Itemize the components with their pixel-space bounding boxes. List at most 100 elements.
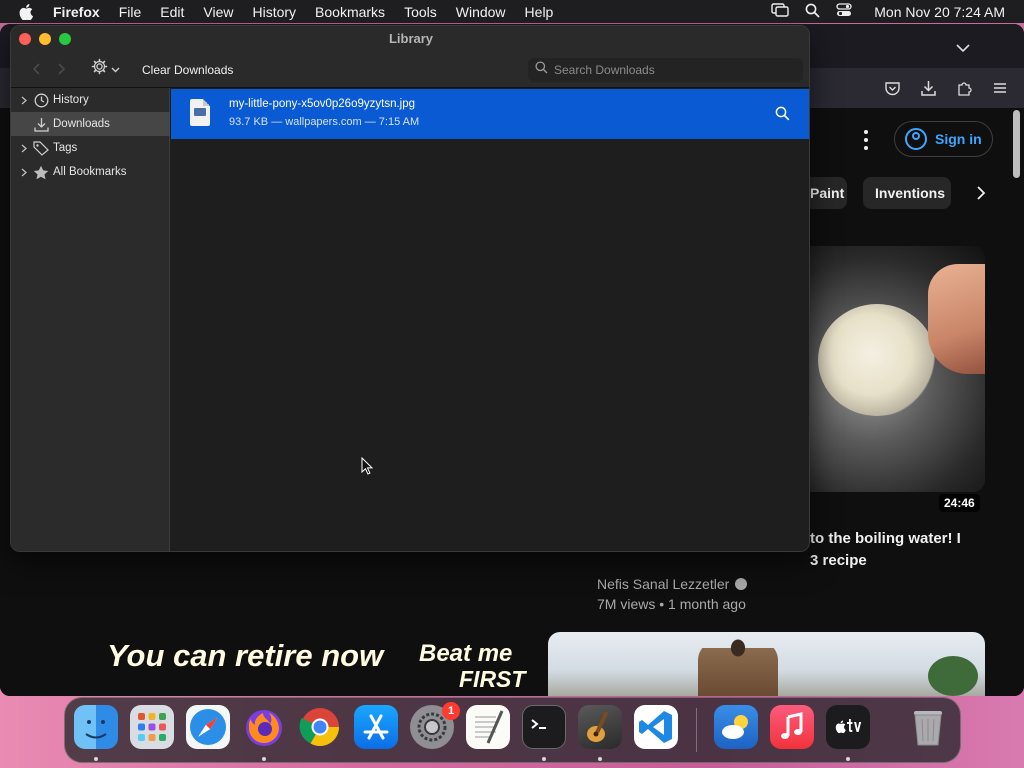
app-store-icon[interactable] [354,705,398,749]
firefox-icon[interactable] [242,705,286,749]
library-sidebar: History Downloads Tags All Bookmarks [11,88,170,551]
thumbnail-text-left: You can retire now [107,638,384,673]
search-icon [535,61,548,79]
menu-bar-clock[interactable]: Mon Nov 20 7:24 AM [874,4,1005,20]
textedit-icon[interactable] [466,705,510,749]
menu-history[interactable]: History [252,4,296,20]
tab-list-chevron-icon[interactable] [956,40,970,58]
more-options-icon[interactable] [858,128,874,152]
finder-running-indicator [94,757,98,761]
gear-icon [91,58,108,80]
video-channel[interactable]: Nefis Sanal Lezzetler [597,576,748,592]
finder-icon[interactable] [74,705,118,749]
terminal-running-indicator [542,757,546,761]
video-title-line-1: to the boiling water! I [810,530,961,547]
apple-menu-icon[interactable] [18,3,34,20]
sidebar-item-label: All Bookmarks [53,166,127,178]
sign-in-button[interactable]: Sign in [894,121,993,157]
launchpad-icon[interactable] [130,705,174,749]
video-stats: 7M views • 1 month ago [597,596,746,612]
sidebar-item-label: Downloads [53,118,110,130]
pocket-icon[interactable] [884,81,900,97]
chrome-icon[interactable] [298,705,342,749]
thumbnail-hand [928,264,985,374]
disclosure-triangle-icon[interactable] [18,168,30,177]
video-thumbnail-retire[interactable]: You can retire now Beat me FIRST [97,632,531,696]
library-title: Library [388,31,434,46]
menu-view[interactable]: View [203,4,233,20]
menu-app-name[interactable]: Firefox [53,4,100,20]
organize-menu-button[interactable] [91,58,120,80]
thumbnail-text-right-1: Beat me [419,640,513,667]
screen-mirroring-icon[interactable] [771,3,789,20]
sidebar-item-downloads[interactable]: Downloads [11,112,170,136]
video-thumbnail-outdoor[interactable] [548,632,985,696]
clear-downloads-button[interactable]: Clear Downloads [142,63,233,77]
search-downloads-input[interactable] [554,63,774,77]
disclosure-triangle-icon[interactable] [18,144,30,153]
firefox-running-indicator [262,757,266,761]
sidebar-item-all-bookmarks[interactable]: All Bookmarks [11,160,170,184]
menu-window[interactable]: Window [456,4,506,20]
tag-icon [33,140,49,156]
thumbnail-person [698,636,778,696]
sidebar-item-tags[interactable]: Tags [11,136,170,160]
star-icon [33,164,49,180]
history-navigation [30,62,68,76]
video-title[interactable]: to the boiling water! I 3 recipe [810,528,980,572]
weather-icon[interactable] [714,705,758,749]
sign-in-label: Sign in [935,131,982,147]
menu-help[interactable]: Help [525,4,554,20]
mouse-cursor-icon [361,456,374,480]
thumbnail-text-right-2: FIRST [459,666,526,692]
control-center-icon[interactable] [836,3,852,20]
trash-icon[interactable] [906,705,950,749]
library-titlebar: Library Clear Downloads [11,26,809,88]
apple-tv-icon[interactable] [826,705,870,749]
sidebar-item-label: History [53,94,89,106]
verified-icon [735,578,748,590]
download-file-name: my-little-pony-x5ov0p26o9yzytsn.jpg [229,98,416,110]
back-arrow-icon[interactable] [30,62,42,76]
download-item[interactable]: my-little-pony-x5ov0p26o9yzytsn.jpg 93.7… [171,89,809,139]
thumbnail-tree [928,656,978,696]
downloads-toolbar-icon[interactable] [920,80,936,96]
page-scrollbar[interactable] [1013,110,1020,178]
library-window: Library Clear Downloads Search Downloads… [10,25,810,552]
show-in-folder-search-icon[interactable] [774,105,790,121]
vscode-icon[interactable] [634,705,678,749]
extensions-icon[interactable] [956,80,972,96]
account-icon [905,128,927,150]
notification-badge: 1 [442,702,460,720]
sidebar-item-history[interactable]: History [11,88,170,112]
spotlight-search-icon[interactable] [805,3,820,21]
thumbnail-flour-bowl [818,304,936,416]
forward-arrow-icon[interactable] [56,62,68,76]
disclosure-triangle-icon[interactable] [18,96,30,105]
chevron-down-icon [111,60,120,78]
search-downloads-field[interactable] [528,58,803,82]
menu-tools[interactable]: Tools [404,4,437,20]
chevron-right-icon[interactable] [970,182,992,204]
download-icon [33,116,49,132]
apple-tv-running-indicator [846,757,850,761]
video-duration-badge: 24:46 [939,494,980,512]
video-thumbnail[interactable] [810,246,985,492]
menu-file[interactable]: File [119,4,142,20]
sidebar-item-label: Tags [53,142,78,154]
image-file-icon [190,99,210,126]
menu-bookmarks[interactable]: Bookmarks [315,4,385,20]
app-menu-icon[interactable] [992,80,1008,96]
safari-icon[interactable] [186,705,230,749]
terminal-icon[interactable] [522,705,566,749]
dock-separator [696,708,697,752]
garageband-icon[interactable] [578,705,622,749]
music-icon[interactable] [770,705,814,749]
garageband-running-indicator [598,757,602,761]
download-file-meta: 93.7 KB — wallpapers.com — 7:15 AM [229,116,420,128]
video-title-line-2: 3 recipe [810,552,867,569]
chip-inventions[interactable]: Inventions [863,177,951,209]
channel-name: Nefis Sanal Lezzetler [597,576,730,592]
downloads-list: my-little-pony-x5ov0p26o9yzytsn.jpg 93.7… [171,88,809,551]
menu-edit[interactable]: Edit [160,4,184,20]
